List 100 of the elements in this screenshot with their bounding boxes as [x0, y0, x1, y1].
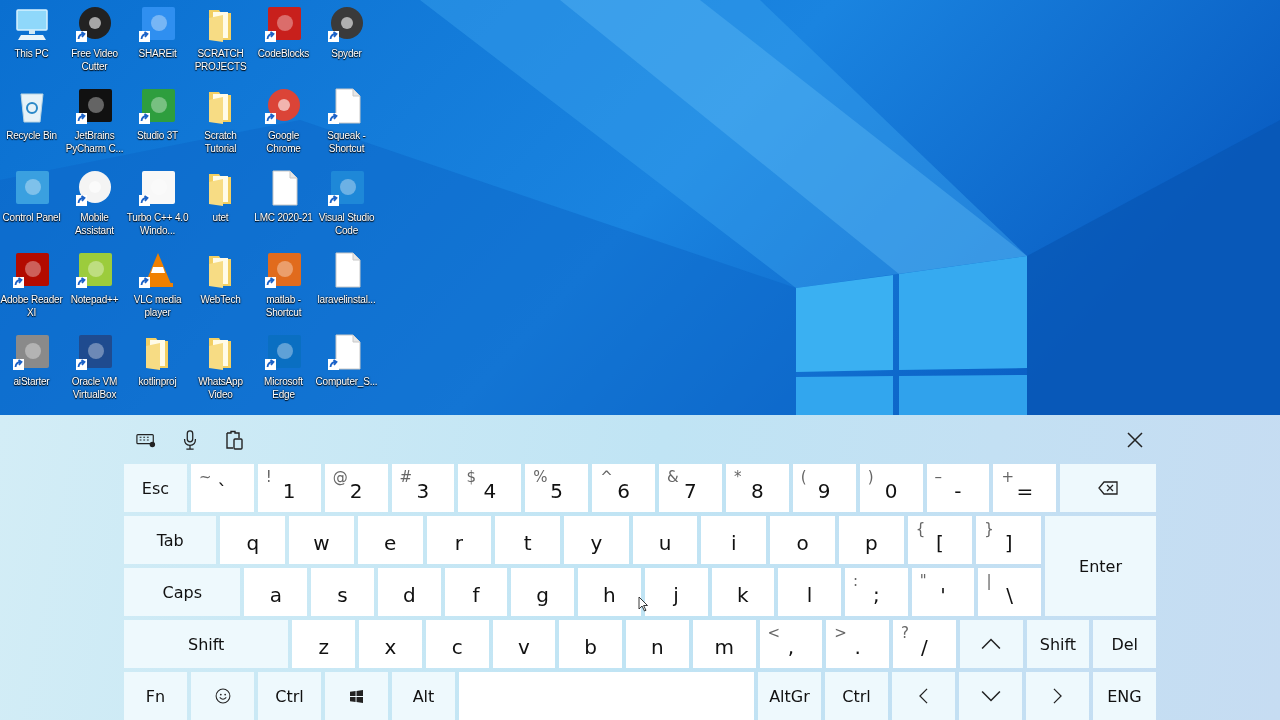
key[interactable]: + = [993, 464, 1057, 512]
icon-label[interactable]: Visual Studio Code [315, 211, 378, 237]
key[interactable]: % 5 [525, 464, 589, 512]
key[interactable]: l [778, 568, 841, 616]
icon-label[interactable]: Notepad++ [70, 293, 119, 306]
key[interactable]: ? / [893, 620, 956, 668]
key[interactable]: h [578, 568, 641, 616]
icon-label[interactable]: utet [212, 211, 229, 224]
icon-label[interactable]: Spyder [331, 47, 362, 60]
key[interactable]: b [559, 620, 623, 668]
key[interactable]: Del [1093, 620, 1157, 668]
key[interactable]: ^ 6 [592, 464, 655, 512]
key[interactable]: m [692, 620, 756, 668]
key[interactable]: w [289, 516, 354, 564]
key[interactable]: a [244, 568, 308, 616]
key[interactable]: Caps [124, 568, 241, 616]
app-icon[interactable] [74, 332, 115, 372]
key[interactable]: Shift [124, 620, 289, 668]
icon-label[interactable]: Oracle VM VirtualBox [63, 375, 126, 401]
icon-label[interactable]: Squeak - Shortcut [315, 129, 378, 155]
key[interactable]: p [838, 516, 904, 564]
icon-label[interactable]: VLC media player [126, 293, 189, 319]
key[interactable]: y [564, 516, 629, 564]
key[interactable]: " ' [911, 568, 975, 616]
key[interactable]: t [495, 516, 561, 564]
icon-label[interactable]: Google Chrome [252, 129, 315, 155]
key[interactable]: ENG [1093, 672, 1156, 720]
icon-label[interactable]: Turbo C++ 4.0 Windo... [126, 211, 189, 237]
clipboard-icon[interactable] [224, 429, 244, 450]
key[interactable]: q [220, 516, 286, 564]
key[interactable]: c [425, 620, 489, 668]
icon-label[interactable]: Control Panel [2, 211, 61, 224]
key[interactable]: z [292, 620, 356, 668]
key[interactable]: } ] [976, 516, 1042, 564]
key[interactable]: { [ [907, 516, 973, 564]
icon-label[interactable]: CodeBlocks [257, 47, 310, 60]
key[interactable]: o [770, 516, 835, 564]
icon-label[interactable]: kotlinproj [138, 375, 177, 388]
key[interactable]: Shift [1026, 620, 1090, 668]
key[interactable]: r [426, 516, 492, 564]
key[interactable]: Fn [124, 672, 187, 720]
key[interactable]: > . [826, 620, 890, 668]
key[interactable]: – - [926, 464, 990, 512]
icon-label[interactable]: Computer_S... [315, 375, 378, 388]
windows-key[interactable] [325, 672, 388, 720]
key[interactable]: i [701, 516, 767, 564]
key[interactable]: * 8 [725, 464, 789, 512]
icon-label[interactable]: SCRATCH PROJECTS [189, 47, 252, 73]
icon-label[interactable]: laravelinstal... [317, 293, 376, 306]
key[interactable]: < , [759, 620, 823, 668]
key[interactable]: k [711, 568, 775, 616]
icon-label[interactable]: JetBrains PyCharm C... [63, 129, 126, 155]
icon-label[interactable]: Studio 3T [137, 129, 178, 142]
key[interactable]: x [359, 620, 422, 668]
key[interactable]: | \ [978, 568, 1042, 616]
key[interactable]: Alt [392, 672, 455, 720]
enter-key[interactable]: Enter [1045, 516, 1156, 616]
key[interactable]: n [626, 620, 689, 668]
down-chevron-icon [980, 688, 1001, 704]
icon-label[interactable]: This PC [14, 47, 49, 60]
up-chevron-icon [981, 636, 1002, 652]
key[interactable]: $ 4 [458, 464, 522, 512]
key[interactable]: j [644, 568, 708, 616]
key[interactable]: @ 2 [324, 464, 388, 512]
icon-label[interactable]: SHAREit [138, 47, 177, 60]
key[interactable]: # 3 [391, 464, 455, 512]
key[interactable]: ( 9 [792, 464, 856, 512]
key[interactable]: Ctrl [258, 672, 321, 720]
key[interactable]: ~ ` [190, 464, 254, 512]
icon-label[interactable]: WebTech [200, 293, 241, 306]
icon-label[interactable]: aiStarter [13, 375, 50, 388]
emoji-key[interactable] [191, 672, 254, 720]
icon-label[interactable]: Mobile Assistant [63, 211, 126, 237]
icon-label[interactable]: Scratch Tutorial [189, 129, 252, 155]
key[interactable]: AltGr [758, 672, 821, 720]
icon-label[interactable]: Free Video Cutter [63, 47, 126, 73]
key[interactable]: Ctrl [825, 672, 888, 720]
icon-label[interactable]: LMC 2020-21 [254, 211, 313, 224]
key[interactable]: d [377, 568, 441, 616]
key[interactable]: Esc [124, 464, 187, 512]
icon-label[interactable]: Recycle Bin [6, 129, 57, 142]
key[interactable]: v [492, 620, 556, 668]
key[interactable]: Tab [124, 516, 217, 564]
app-icon[interactable] [11, 250, 52, 290]
key[interactable]: : ; [844, 568, 908, 616]
key[interactable]: ) 0 [859, 464, 923, 512]
close-icon[interactable] [1127, 431, 1143, 448]
backspace-key[interactable] [1060, 464, 1157, 512]
key[interactable]: u [632, 516, 698, 564]
app-icon[interactable] [74, 86, 115, 126]
icon-label[interactable]: Adobe Reader XI [0, 293, 63, 319]
icon-label[interactable]: WhatsApp Video [189, 375, 252, 401]
icon-label[interactable]: Microsoft Edge [252, 375, 315, 401]
key[interactable]: e [357, 516, 423, 564]
key[interactable]: & 7 [659, 464, 722, 512]
icon-label[interactable]: matlab - Shortcut [252, 293, 315, 319]
key[interactable]: f [444, 568, 508, 616]
key[interactable]: ! 1 [257, 464, 321, 512]
key[interactable]: g [511, 568, 575, 616]
key[interactable]: s [311, 568, 374, 616]
